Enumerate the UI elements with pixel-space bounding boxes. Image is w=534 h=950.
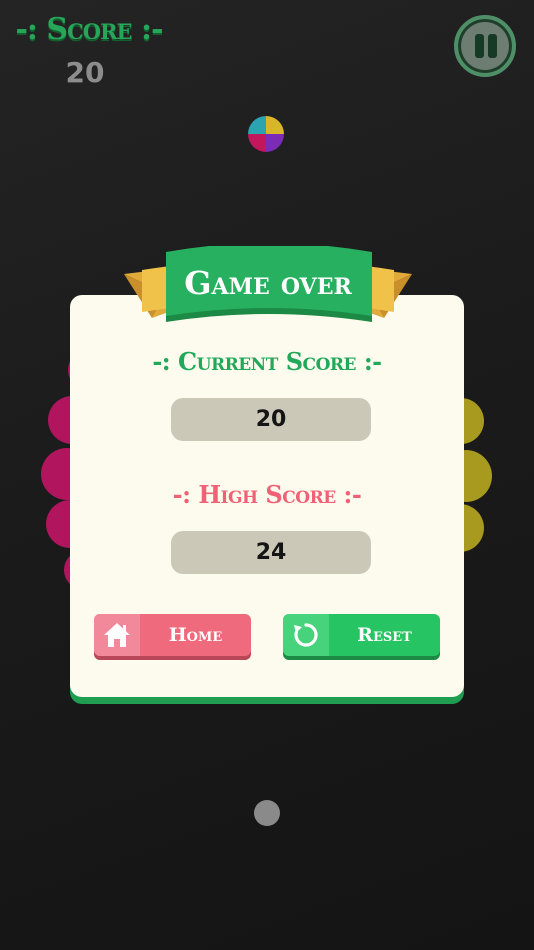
reset-button[interactable]: Reset (283, 614, 440, 656)
refresh-icon (283, 614, 329, 656)
player-ball (254, 800, 280, 826)
color-ball (248, 116, 284, 152)
high-score-label: -: High Score :- (172, 480, 362, 509)
home-button[interactable]: Home (94, 614, 251, 656)
reset-button-label: Reset (357, 624, 412, 646)
score-title: -: Score :- (15, 12, 163, 47)
home-icon (94, 614, 140, 656)
current-score-label: -: Current Score :- (152, 347, 382, 376)
score-value: 20 (65, 56, 105, 89)
dialog-title: Game over (184, 264, 352, 302)
pause-button[interactable] (454, 15, 516, 77)
game-over-ribbon: Game over (124, 246, 412, 322)
high-score-value: 24 (171, 531, 371, 574)
current-score-value: 20 (171, 398, 371, 441)
home-button-label: Home (168, 624, 223, 646)
